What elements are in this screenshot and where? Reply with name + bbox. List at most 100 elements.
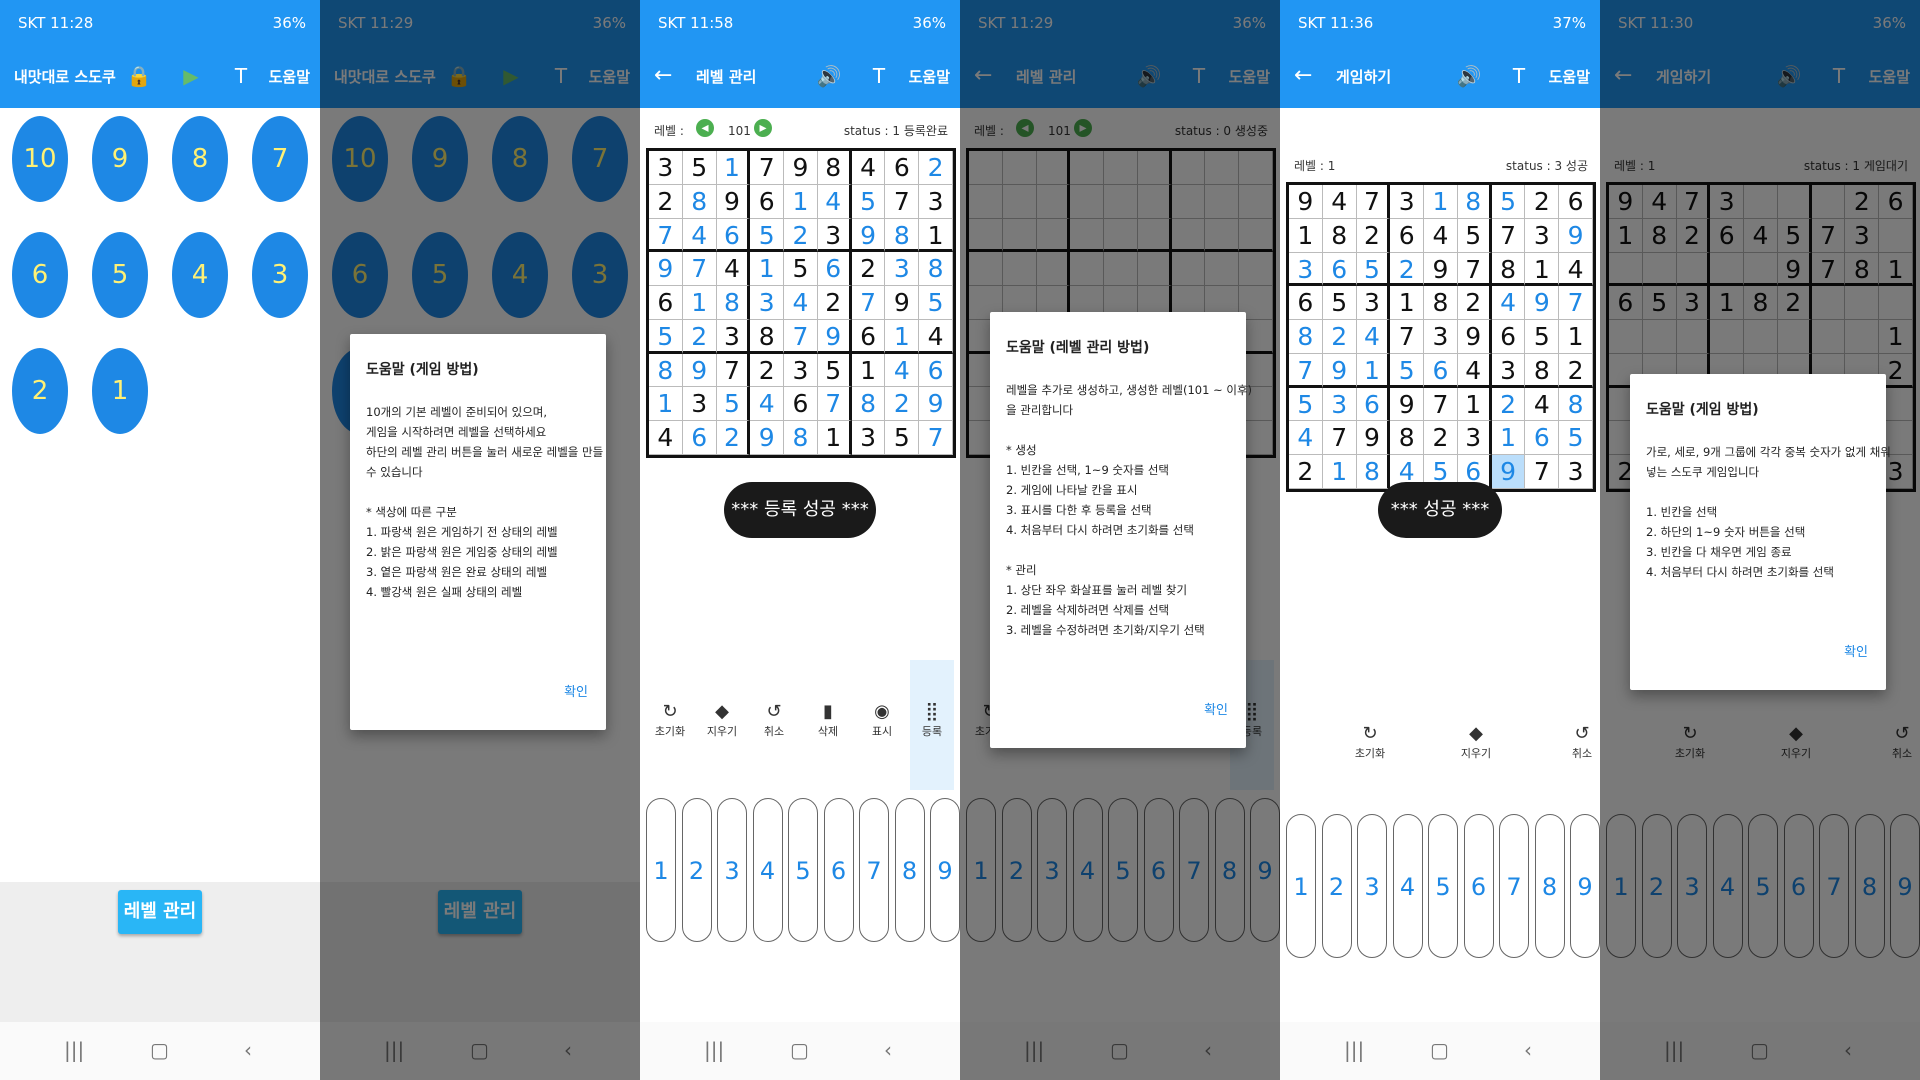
help-button[interactable]: 도움말 bbox=[1549, 66, 1590, 88]
sudoku-cell[interactable]: 1 bbox=[885, 319, 920, 354]
sudoku-cell[interactable]: 9 bbox=[1424, 252, 1458, 287]
sudoku-cell[interactable]: 1 bbox=[817, 421, 852, 455]
sudoku-cell[interactable]: 1 bbox=[1525, 252, 1560, 287]
sudoku-cell[interactable]: 5 bbox=[784, 252, 818, 287]
sudoku-cell[interactable]: 5 bbox=[750, 218, 785, 253]
home-icon[interactable]: ▢ bbox=[150, 1038, 169, 1062]
sudoku-cell[interactable]: 6 bbox=[851, 319, 886, 354]
tool-button-4[interactable]: ▮ 삭제 bbox=[806, 700, 850, 748]
dialog-ok-button[interactable]: 확인 bbox=[1204, 702, 1228, 720]
level-manage-button[interactable]: 레벨 관리 bbox=[118, 890, 202, 934]
number-key-7[interactable]: 7 bbox=[859, 798, 889, 942]
sudoku-cell[interactable]: 4 bbox=[885, 353, 920, 388]
sudoku-cell[interactable]: 7 bbox=[682, 252, 717, 287]
sudoku-cell[interactable]: 1 bbox=[1390, 286, 1425, 321]
sudoku-cell[interactable]: 7 bbox=[750, 151, 785, 185]
level-circle-5[interactable]: 5 bbox=[92, 232, 148, 318]
sudoku-cell[interactable]: 7 bbox=[1525, 455, 1560, 489]
number-key-9[interactable]: 9 bbox=[1570, 814, 1600, 958]
back-nav-icon[interactable]: ‹ bbox=[244, 1038, 252, 1062]
sudoku-cell[interactable]: 1 bbox=[716, 151, 751, 185]
sudoku-cell[interactable]: 6 bbox=[1322, 252, 1357, 287]
sudoku-cell[interactable]: 7 bbox=[885, 184, 920, 219]
play-store-icon[interactable]: ▶ bbox=[178, 62, 204, 90]
sudoku-cell[interactable]: 5 bbox=[1289, 387, 1323, 422]
back-arrow-icon[interactable]: ← bbox=[1294, 62, 1312, 90]
sudoku-cell[interactable]: 7 bbox=[817, 387, 852, 422]
number-key-8[interactable]: 8 bbox=[894, 798, 925, 942]
sudoku-cell[interactable]: 5 bbox=[1390, 353, 1425, 388]
sudoku-cell[interactable]: 3 bbox=[1289, 252, 1323, 287]
number-key-1[interactable]: 1 bbox=[1286, 814, 1316, 958]
sudoku-cell[interactable]: 8 bbox=[1322, 218, 1357, 253]
sudoku-cell[interactable]: 6 bbox=[750, 184, 785, 219]
sudoku-cell[interactable]: 8 bbox=[885, 218, 920, 253]
sudoku-cell[interactable]: 7 bbox=[1390, 320, 1425, 354]
tool-button-3[interactable]: ↺ 취소 bbox=[752, 700, 796, 748]
sudoku-cell[interactable]: 3 bbox=[851, 421, 886, 455]
sudoku-cell[interactable]: 5 bbox=[682, 151, 717, 185]
sudoku-cell[interactable]: 6 bbox=[784, 387, 818, 422]
sudoku-cell[interactable]: 6 bbox=[649, 286, 683, 320]
sudoku-cell[interactable]: 6 bbox=[682, 421, 717, 455]
tool-button-2[interactable]: ◆ 지우기 bbox=[700, 700, 744, 748]
sudoku-cell[interactable]: 1 bbox=[1289, 218, 1323, 253]
sudoku-cell[interactable]: 4 bbox=[1289, 421, 1323, 456]
sudoku-cell[interactable]: 5 bbox=[919, 286, 953, 320]
sudoku-cell[interactable]: 3 bbox=[919, 184, 953, 219]
sudoku-cell[interactable]: 9 bbox=[919, 387, 953, 422]
sudoku-cell[interactable]: 2 bbox=[1424, 421, 1458, 456]
level-circle-10[interactable]: 10 bbox=[12, 116, 68, 202]
sudoku-cell[interactable]: 5 bbox=[649, 319, 683, 354]
sudoku-cell[interactable]: 3 bbox=[1559, 455, 1593, 489]
sudoku-cell[interactable]: 7 bbox=[1289, 353, 1323, 388]
sudoku-cell[interactable]: 4 bbox=[1424, 218, 1458, 253]
number-key-2[interactable]: 2 bbox=[1321, 814, 1352, 958]
sudoku-cell[interactable]: 9 bbox=[750, 421, 785, 455]
level-circle-8[interactable]: 8 bbox=[172, 116, 228, 202]
sudoku-cell[interactable]: 4 bbox=[682, 218, 717, 253]
sudoku-cell[interactable]: 8 bbox=[716, 286, 751, 320]
text-size-icon[interactable]: T bbox=[1506, 62, 1532, 90]
sudoku-cell[interactable]: 9 bbox=[716, 184, 751, 219]
sudoku-cell[interactable]: 4 bbox=[716, 252, 751, 287]
sudoku-cell[interactable]: 9 bbox=[885, 286, 920, 320]
level-circle-9[interactable]: 9 bbox=[92, 116, 148, 202]
sudoku-cell[interactable]: 8 bbox=[1559, 387, 1593, 422]
sudoku-cell[interactable]: 6 bbox=[919, 353, 953, 388]
sudoku-cell[interactable]: 4 bbox=[817, 184, 852, 219]
sudoku-cell[interactable]: 5 bbox=[1525, 320, 1560, 354]
sudoku-cell[interactable]: 4 bbox=[851, 151, 886, 185]
sudoku-cell[interactable]: 5 bbox=[716, 387, 751, 422]
dialog-ok-button[interactable]: 확인 bbox=[564, 684, 588, 702]
sudoku-cell[interactable]: 5 bbox=[1457, 218, 1492, 253]
sudoku-cell[interactable]: 2 bbox=[1491, 387, 1526, 422]
back-arrow-icon[interactable]: ← bbox=[654, 62, 672, 90]
number-key-7[interactable]: 7 bbox=[1499, 814, 1529, 958]
sudoku-cell[interactable]: 3 bbox=[716, 319, 751, 354]
sudoku-cell[interactable]: 8 bbox=[1491, 252, 1526, 287]
sudoku-cell[interactable]: 8 bbox=[1289, 320, 1323, 354]
sudoku-cell[interactable]: 2 bbox=[716, 421, 751, 455]
tool-button-6[interactable]: ⣿ 등록 bbox=[910, 660, 954, 790]
sudoku-cell[interactable]: 1 bbox=[750, 252, 785, 287]
number-key-3[interactable]: 3 bbox=[717, 798, 747, 942]
sudoku-cell[interactable]: 9 bbox=[649, 252, 683, 287]
recent-apps-icon[interactable]: ||| bbox=[64, 1038, 84, 1062]
sudoku-cell[interactable]: 3 bbox=[649, 151, 683, 185]
sudoku-cell[interactable]: 2 bbox=[885, 387, 920, 422]
sudoku-cell[interactable]: 4 bbox=[1559, 252, 1593, 287]
sudoku-cell[interactable]: 8 bbox=[1356, 455, 1391, 489]
help-button[interactable]: 도움말 bbox=[269, 66, 310, 88]
sudoku-cell[interactable]: 1 bbox=[784, 184, 818, 219]
sudoku-cell[interactable]: 6 bbox=[817, 252, 852, 287]
sudoku-cell[interactable]: 2 bbox=[851, 252, 886, 287]
sudoku-cell[interactable]: 1 bbox=[1322, 455, 1357, 489]
level-circle-1[interactable]: 1 bbox=[92, 348, 148, 434]
sudoku-cell[interactable]: 8 bbox=[817, 151, 852, 185]
sudoku-cell[interactable]: 9 bbox=[1491, 455, 1526, 489]
sudoku-cell[interactable]: 2 bbox=[1289, 455, 1323, 489]
sudoku-cell[interactable]: 8 bbox=[1525, 353, 1560, 388]
sudoku-cell[interactable]: 1 bbox=[1424, 185, 1458, 219]
level-circle-4[interactable]: 4 bbox=[172, 232, 228, 318]
